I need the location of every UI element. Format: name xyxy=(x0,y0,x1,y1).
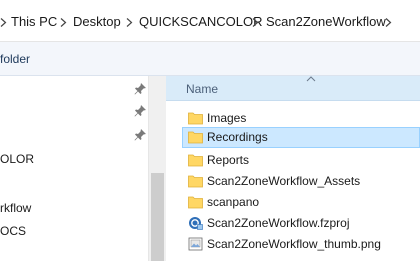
file-row-thumb-png[interactable]: Scan2ZoneWorkflow_thumb.png xyxy=(166,234,420,255)
file-row-reports[interactable]: Reports xyxy=(166,150,420,171)
breadcrumb-scan2zoneworkflow[interactable]: Scan2ZoneWorkflow xyxy=(266,13,386,31)
file-name: Scan2ZoneWorkflow_thumb.png xyxy=(207,237,381,251)
project-file-icon xyxy=(189,217,203,230)
pin-icon[interactable] xyxy=(133,82,147,96)
nav-item-quickscancolor[interactable]: OLOR xyxy=(0,149,34,169)
sort-ascending-icon xyxy=(306,76,316,82)
file-row-recordings[interactable]: Recordings xyxy=(182,127,420,148)
breadcrumb-quickscancolor[interactable]: QUICKSCANCOLOR xyxy=(139,13,263,31)
new-folder-label[interactable]: folder xyxy=(0,52,30,66)
file-name: Scan2ZoneWorkflow_Assets xyxy=(207,174,361,188)
nav-item-docs[interactable]: OCS xyxy=(0,221,26,241)
pin-icon[interactable] xyxy=(133,128,147,142)
pin-icon[interactable] xyxy=(133,104,147,118)
file-name: Recordings xyxy=(207,130,268,144)
folder-icon xyxy=(188,154,203,167)
address-bar[interactable]: This PC Desktop QUICKSCANCOLOR Scan2Zone… xyxy=(0,0,420,42)
nav-item-scan2zoneworkflow[interactable]: rkflow xyxy=(0,198,31,218)
file-row-assets[interactable]: Scan2ZoneWorkflow_Assets xyxy=(166,171,420,192)
breadcrumb-this-pc[interactable]: This PC xyxy=(11,13,57,31)
file-list: Name Images Recordings Reports Scan2Zone… xyxy=(166,76,420,261)
file-name: Reports xyxy=(207,153,250,167)
navigation-pane: OLOR rkflow OCS xyxy=(0,76,148,261)
folder-icon xyxy=(188,131,203,144)
column-header-label: Name xyxy=(186,82,219,96)
column-header-name[interactable]: Name xyxy=(166,76,420,101)
chevron-right-icon[interactable] xyxy=(385,13,392,31)
file-name: scanpano xyxy=(207,195,260,209)
chevron-right-icon[interactable] xyxy=(0,13,7,31)
file-name: Images xyxy=(207,111,247,125)
nav-scrollbar[interactable] xyxy=(148,76,166,261)
file-name: Scan2ZoneWorkflow.fzproj xyxy=(207,216,350,230)
folder-icon xyxy=(188,196,203,209)
nav-scrollbar-thumb[interactable] xyxy=(151,173,164,261)
command-bar: folder xyxy=(0,42,420,76)
folder-icon xyxy=(188,175,203,188)
chevron-right-icon[interactable] xyxy=(60,13,67,31)
file-row-scanpano[interactable]: scanpano xyxy=(166,192,420,213)
breadcrumb-desktop[interactable]: Desktop xyxy=(73,13,121,31)
image-file-icon xyxy=(188,237,203,251)
file-row-fzproj[interactable]: Scan2ZoneWorkflow.fzproj xyxy=(166,213,420,234)
chevron-right-icon[interactable] xyxy=(252,13,259,31)
folder-icon xyxy=(188,112,203,125)
chevron-right-icon[interactable] xyxy=(126,13,133,31)
file-row-images[interactable]: Images xyxy=(166,108,420,129)
